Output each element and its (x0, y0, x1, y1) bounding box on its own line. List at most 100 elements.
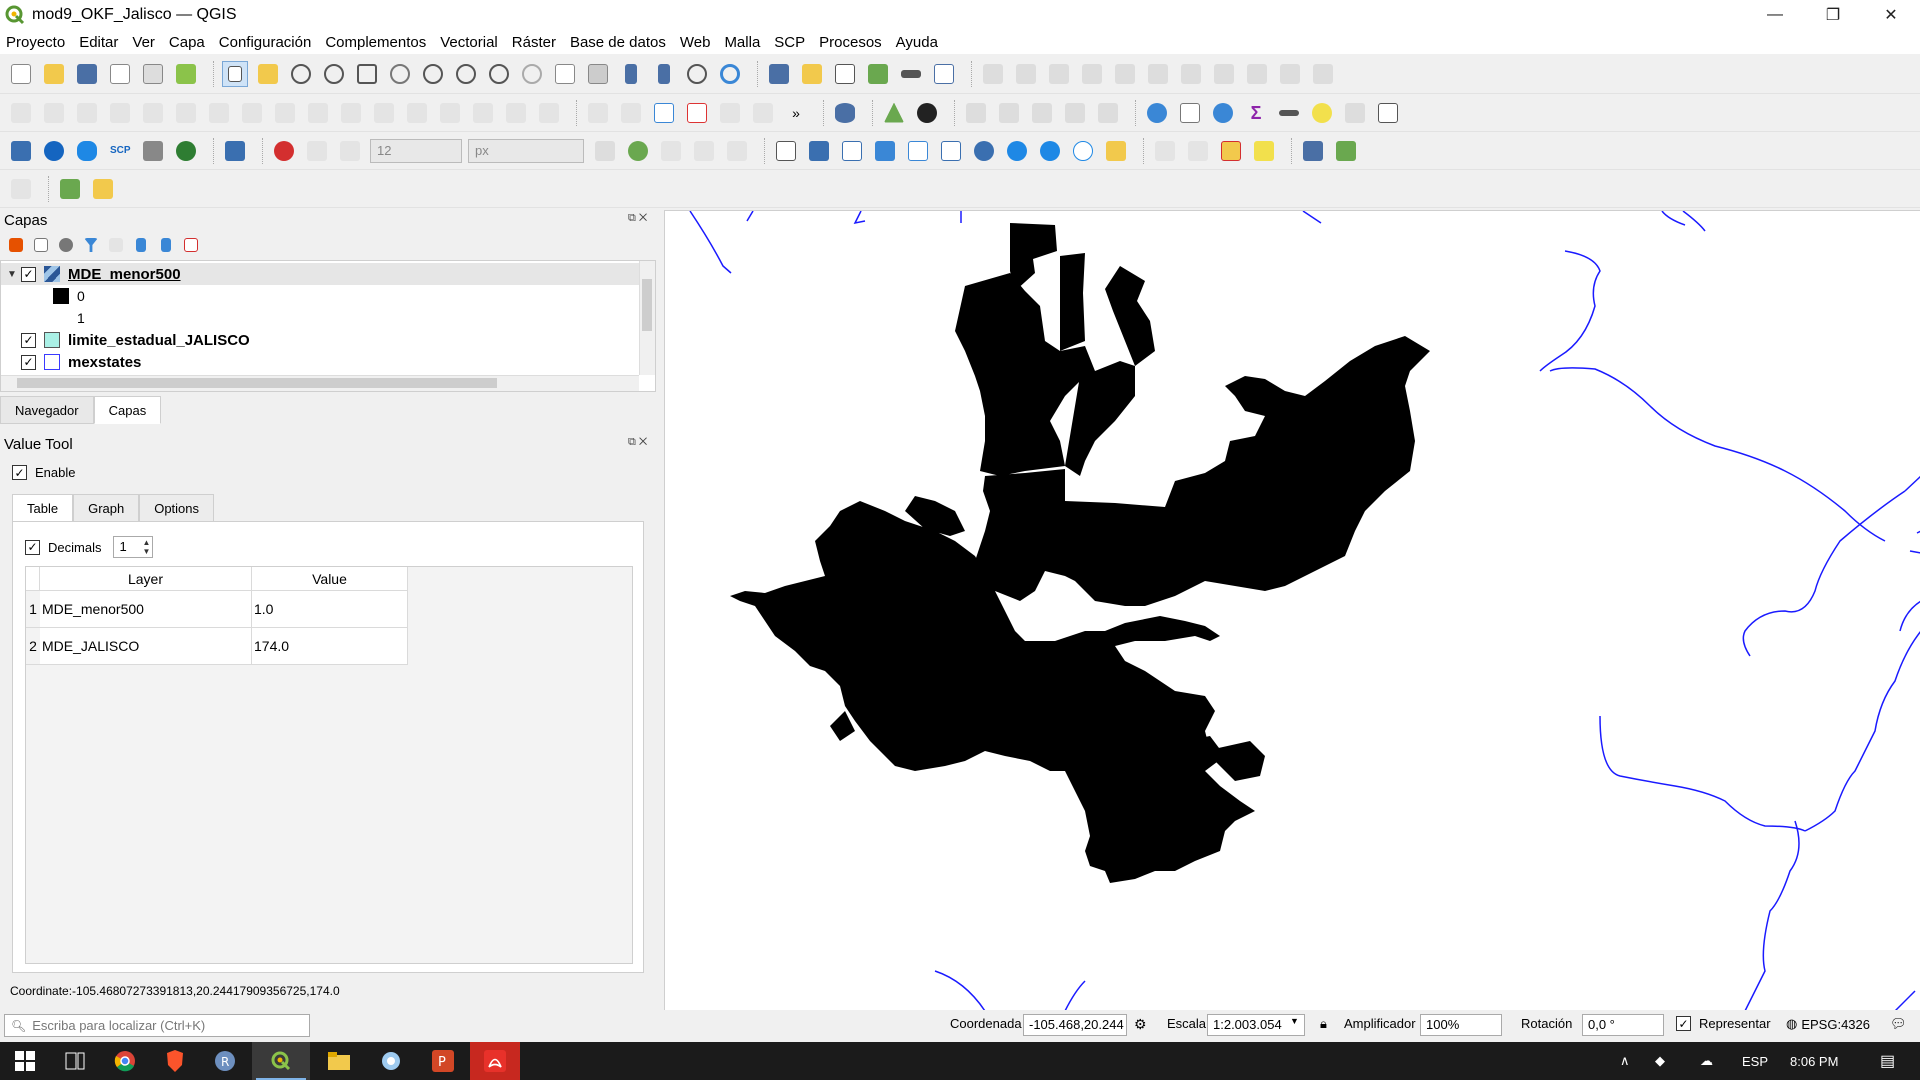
spin-arrows-icon[interactable]: ▲ ▼ (143, 538, 151, 556)
dropbox-icon[interactable]: ◆ (1655, 1042, 1665, 1080)
zoom-last-icon[interactable] (486, 61, 512, 87)
zoom-native-icon[interactable] (453, 61, 479, 87)
python-console-icon[interactable] (8, 138, 34, 164)
enable-checkbox[interactable]: ✓ (12, 465, 27, 480)
cell-layer[interactable]: MDE_menor500 (40, 591, 252, 628)
collapse-arrow-icon[interactable]: ▼ (7, 269, 21, 280)
add-delimited-text-icon[interactable] (872, 138, 898, 164)
task-view-icon[interactable] (50, 1042, 100, 1080)
new-map-view-icon[interactable] (552, 61, 578, 87)
show-bookmarks-icon[interactable] (651, 61, 677, 87)
clock[interactable]: 8:06 PM (1790, 1042, 1838, 1080)
layers-vertical-scrollbar[interactable] (639, 261, 655, 375)
layer-row-mexstates[interactable]: ✓ mexstates (1, 351, 639, 373)
scp-dock-icon[interactable] (41, 138, 67, 164)
start-button[interactable] (0, 1042, 50, 1080)
deselect-icon[interactable] (865, 61, 891, 87)
add-wms-layer-icon[interactable] (1004, 138, 1030, 164)
cell-layer[interactable]: MDE_JALISCO (40, 628, 252, 665)
snapping-intersection-icon[interactable] (625, 138, 651, 164)
scp-band-set-icon[interactable] (74, 138, 100, 164)
zoom-full-icon[interactable] (354, 61, 380, 87)
measure-line-icon[interactable] (1276, 100, 1302, 126)
render-checkbox[interactable]: ✓ (1676, 1016, 1691, 1031)
messages-icon[interactable]: 💬︎ (1890, 1016, 1907, 1032)
add-gpx-icon[interactable] (905, 138, 931, 164)
language-indicator[interactable]: ESP (1742, 1042, 1768, 1080)
zoom-to-selection-icon[interactable] (387, 61, 413, 87)
add-group-icon[interactable] (31, 235, 51, 255)
collapse-all-icon[interactable] (156, 235, 176, 255)
magnifier-spinbox[interactable]: 100% (1420, 1014, 1502, 1036)
select-by-expression-icon[interactable] (1062, 100, 1088, 126)
database-icon[interactable] (832, 100, 858, 126)
add-mesh-layer-icon[interactable] (839, 138, 865, 164)
column-header-layer[interactable]: Layer (40, 567, 252, 591)
acrobat-icon[interactable] (470, 1042, 520, 1080)
select-by-radius-icon[interactable] (996, 100, 1022, 126)
add-raster-layer-icon[interactable] (806, 138, 832, 164)
r-app-icon[interactable]: R (200, 1042, 250, 1080)
plugin-a-icon[interactable] (1300, 138, 1326, 164)
table-row[interactable]: 1 MDE_menor500 1.0 (26, 591, 408, 628)
cell-value[interactable]: 174.0 (252, 628, 408, 665)
rotation-spinbox[interactable]: 0,0 ° (1582, 1014, 1664, 1036)
lock-scale-icon[interactable]: 🔒︎ (1320, 1016, 1327, 1032)
add-wfs-layer-icon[interactable] (1037, 138, 1063, 164)
open-attribute-table-icon[interactable] (1177, 100, 1203, 126)
plugin-b-icon[interactable] (1333, 138, 1359, 164)
cell-value[interactable]: 1.0 (252, 591, 408, 628)
remove-layer-group-icon[interactable] (181, 235, 201, 255)
select-by-polygon-icon[interactable] (1029, 100, 1055, 126)
qgis-taskbar-icon[interactable] (252, 1042, 310, 1080)
menu-ayuda[interactable]: Ayuda (896, 34, 938, 51)
add-postgis-layer-icon[interactable] (971, 138, 997, 164)
layers-horizontal-scrollbar[interactable] (1, 375, 639, 391)
menu-proyecto[interactable]: Proyecto (6, 34, 65, 51)
menu-raster[interactable]: Ráster (512, 34, 556, 51)
identify-features-icon[interactable] (766, 61, 792, 87)
crs-button[interactable]: ◍ EPSG:4326 (1786, 1016, 1870, 1032)
column-header-value[interactable]: Value (252, 567, 408, 591)
tab-options[interactable]: Options (139, 494, 215, 522)
select-by-value-icon[interactable] (963, 100, 989, 126)
notifications-icon[interactable]: ▤ (1880, 1042, 1895, 1080)
locate-tool-icon[interactable] (57, 176, 83, 202)
onedrive-icon[interactable]: ☁ (1700, 1042, 1713, 1080)
globe-plugin-icon[interactable] (914, 100, 940, 126)
layer-row-limite-estadual[interactable]: ✓ limite_estadual_JALISCO (1, 329, 639, 351)
select-features-icon[interactable] (832, 61, 858, 87)
custom-tool-icon[interactable] (90, 176, 116, 202)
zoom-to-layer-icon[interactable] (420, 61, 446, 87)
processing-toolbox-icon[interactable] (1210, 100, 1236, 126)
open-project-icon[interactable] (41, 61, 67, 87)
zoom-in-icon[interactable] (288, 61, 314, 87)
text-annotation-icon[interactable] (1375, 100, 1401, 126)
tab-graph[interactable]: Graph (73, 494, 140, 522)
file-explorer-icon[interactable] (314, 1042, 364, 1080)
menu-editar[interactable]: Editar (79, 34, 118, 51)
layout-manager-icon[interactable] (140, 61, 166, 87)
style-manager-icon[interactable] (173, 61, 199, 87)
menu-capa[interactable]: Capa (169, 34, 205, 51)
powerpoint-icon[interactable]: P (418, 1042, 468, 1080)
decimals-spinbox[interactable]: 1 ▲ ▼ (113, 536, 154, 558)
layer-visibility-checkbox[interactable]: ✓ (21, 354, 36, 370)
pan-icon[interactable] (222, 60, 248, 87)
add-arcgis-layer-icon[interactable] (1070, 138, 1096, 164)
map-tips-icon[interactable] (1309, 100, 1335, 126)
new-bookmark-icon[interactable] (618, 61, 644, 87)
tab-capas[interactable]: Capas (93, 396, 162, 424)
layer-labeling-red-icon[interactable] (684, 100, 710, 126)
menu-base-de-datos[interactable]: Base de datos (570, 34, 666, 51)
close-button[interactable]: ✕ (1862, 0, 1920, 30)
restore-button[interactable]: ❐ (1804, 0, 1862, 30)
zoom-out-icon[interactable] (321, 61, 347, 87)
show-hidden-icons[interactable]: ∧ (1620, 1042, 1630, 1080)
statistics-sigma-icon[interactable]: Σ (1243, 100, 1269, 126)
coordinate-field[interactable]: -105.468,20.244 (1023, 1014, 1127, 1036)
more-tools-icon[interactable]: » (783, 100, 809, 126)
scp-info-icon[interactable] (173, 138, 199, 164)
layer-labeling-icon[interactable] (651, 100, 677, 126)
expand-all-icon[interactable] (131, 235, 151, 255)
